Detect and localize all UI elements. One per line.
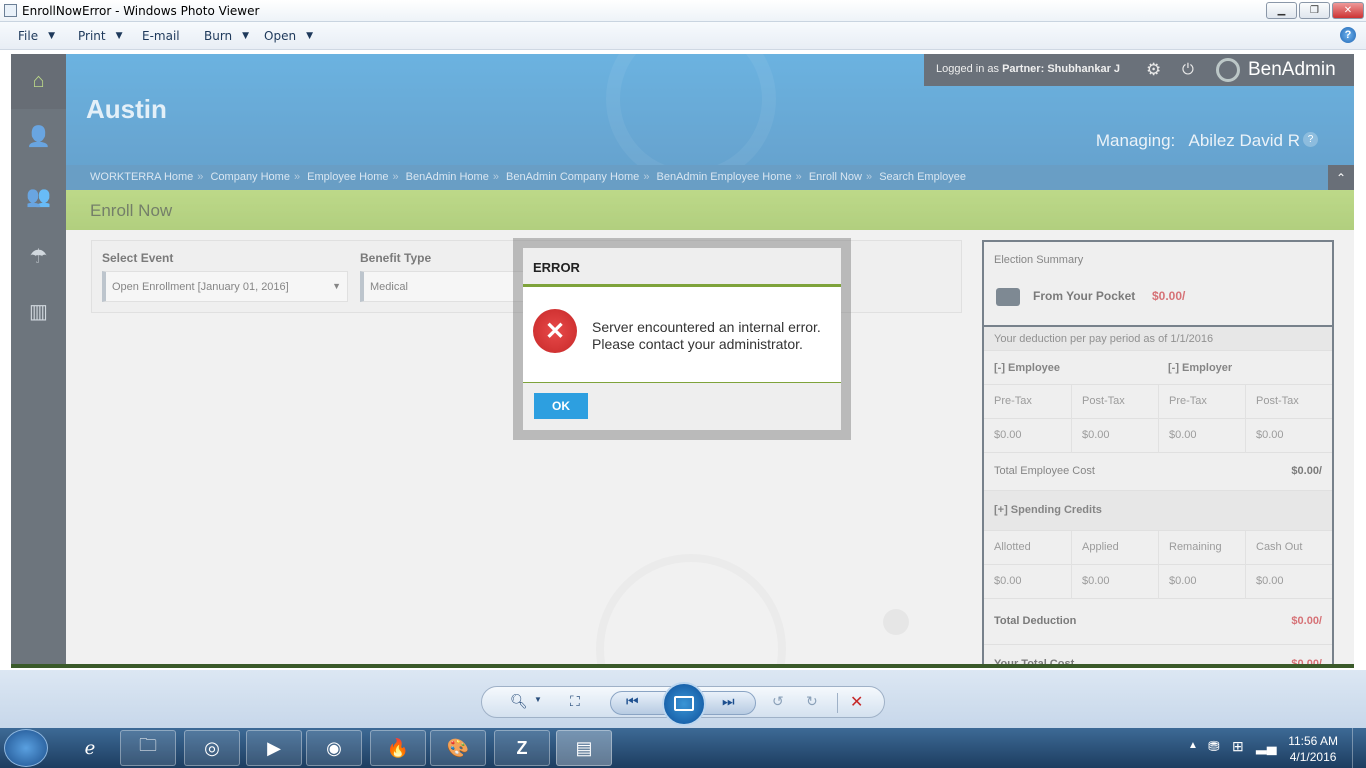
dialog-title: ERROR [523,248,841,287]
burn-app-icon[interactable]: 🔥 [370,730,426,766]
slideshow-icon [674,696,694,711]
menu-open-label: Open [264,29,297,43]
maximize-button[interactable]: ❐ [1299,2,1330,19]
close-button[interactable]: ✕ [1332,2,1364,19]
chevron-down-icon: ▼ [48,31,56,41]
menu-email-label: E-mail [142,29,180,43]
network-tray-icon[interactable]: ⛃ [1208,738,1220,755]
chevron-down-icon: ▼ [306,31,313,41]
help-icon[interactable]: ? [1340,27,1356,43]
delete-icon[interactable]: ✕ [850,692,863,712]
divider [837,693,838,713]
clock-time: 11:56 AM [1288,734,1338,748]
taskbar: ℯ 🗀 ◎ ▶ ◉ 🔥 🎨 Z ▤ ▲ ⛃ ⊞ ▂▄ 11:56 AM 4/1/… [0,728,1366,768]
z-app-icon[interactable]: Z [494,730,550,766]
menu-burn-label: Burn [204,29,233,43]
menu-file[interactable]: File ▼ [18,29,55,43]
window-title: EnrollNowError - Windows Photo Viewer [22,4,260,18]
viewer-controls-bar: 🔍︎ ▼ ⛶ ⏮ ⏭ ↺ ↻ ✕ [0,670,1366,728]
menu-email[interactable]: E-mail [142,29,180,43]
previous-icon[interactable]: ⏮ [626,693,639,710]
error-message: Server encountered an internal error. Pl… [592,319,832,353]
internet-explorer-icon[interactable]: ℯ [62,730,118,766]
viewer-controls: 🔍︎ ▼ ⛶ ⏮ ⏭ ↺ ↻ ✕ [481,682,885,726]
firefox-icon[interactable]: ◉ [306,730,362,766]
menu-file-label: File [18,29,39,43]
dialog-footer: OK [523,382,841,430]
error-dialog: ERROR ✕ Server encountered an internal e… [523,248,841,430]
paint-icon[interactable]: 🎨 [430,730,486,766]
minimize-button[interactable]: ▁ [1266,2,1297,19]
menubar: File ▼ Print ▼ E-mail Burn ▼ Open ▼ ? [0,22,1366,50]
error-icon: ✕ [533,309,577,353]
menu-burn[interactable]: Burn ▼ [204,29,249,43]
menu-open[interactable]: Open ▼ [264,29,313,43]
ok-button[interactable]: OK [534,393,588,419]
file-explorer-icon[interactable]: 🗀 [120,730,176,766]
signal-tray-icon[interactable]: ▂▄ [1256,738,1277,755]
show-hidden-icons-chevron-icon[interactable]: ▲ [1188,740,1198,751]
media-player-icon[interactable]: ▶ [246,730,302,766]
windows-flag-tray-icon[interactable]: ⊞ [1232,738,1244,755]
menu-print[interactable]: Print ▼ [78,29,123,43]
chevron-down-icon: ▼ [242,31,250,41]
zoom-icon[interactable]: 🔍︎ [510,693,528,710]
rotate-left-icon[interactable]: ↺ [772,693,784,710]
chevron-down-icon: ▼ [115,31,123,41]
page-footer-strip [11,664,1354,668]
error-message-line1: Server encountered an internal error. [592,319,821,335]
next-icon[interactable]: ⏭ [722,693,735,710]
photo-viewer-task-icon[interactable]: ▤ [556,730,612,766]
photo-content: ⌂ 👤 👥 ☂ ▥ Austin Logged in as Partner: S… [11,54,1354,668]
error-message-line2: Please contact your administrator. [592,336,803,352]
clock[interactable]: 11:56 AM 4/1/2016 [1288,733,1338,765]
chrome-icon[interactable]: ◎ [184,730,240,766]
clock-date: 4/1/2016 [1289,750,1337,764]
chevron-down-icon[interactable]: ▼ [534,695,542,704]
app-icon [4,4,17,17]
window-titlebar: EnrollNowError - Windows Photo Viewer ▁ … [0,0,1366,22]
rotate-right-icon[interactable]: ↻ [806,693,818,710]
start-button[interactable] [4,729,48,767]
slideshow-button[interactable] [662,682,706,726]
actual-size-icon[interactable]: ⛶ [570,693,580,710]
show-desktop-button[interactable] [1352,728,1366,768]
menu-print-label: Print [78,29,106,43]
